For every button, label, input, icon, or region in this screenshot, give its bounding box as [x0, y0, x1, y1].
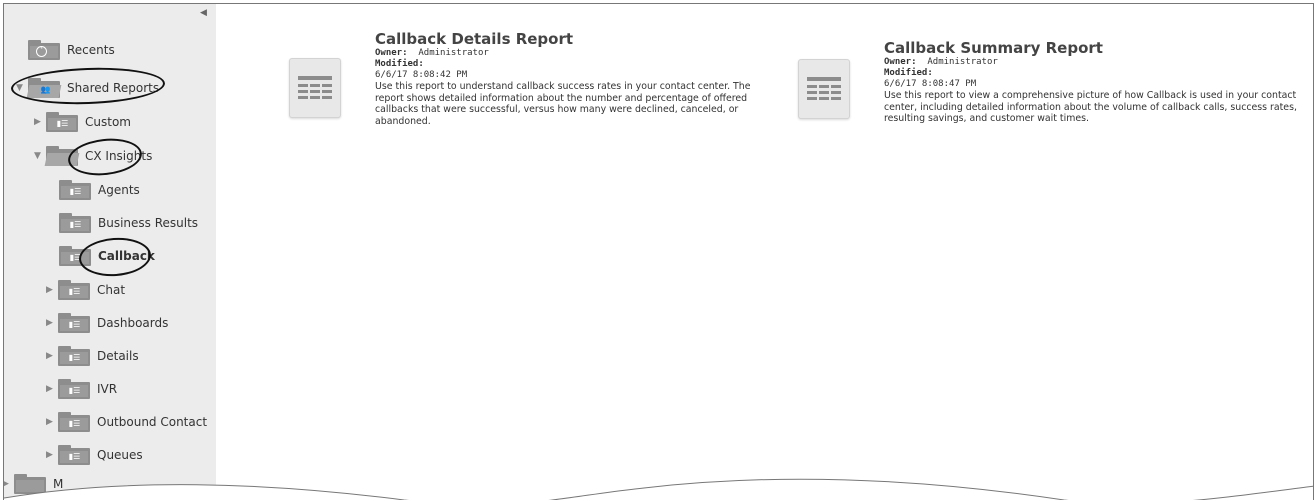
- sidebar-item-label: CX Insights: [85, 149, 153, 163]
- sidebar-item-label: Business Results: [98, 216, 199, 230]
- report-folder-icon: ▮☰: [59, 213, 91, 233]
- report-icon: [798, 59, 850, 119]
- sidebar-item-label: Agents: [98, 183, 140, 197]
- sidebar-item-shared-reports[interactable]: ▼ 👥 Shared Reports: [16, 75, 159, 101]
- report-description: Use this report to view a comprehensive …: [884, 90, 1297, 124]
- sidebar-item-label: Dashboards: [97, 316, 169, 330]
- report-folder-icon: ▮☰: [58, 445, 90, 465]
- collapsed-arrow-icon[interactable]: ▶: [46, 417, 58, 427]
- report-card-callback-summary[interactable]: Callback Summary Report Owner: Administr…: [798, 39, 1304, 125]
- collapsed-arrow-icon[interactable]: ▶: [46, 351, 58, 361]
- sidebar-item-queues[interactable]: ▶ ▮☰ Queues: [46, 442, 143, 468]
- owner-value: Administrator: [927, 57, 998, 67]
- modified-value: 6/6/17 8:08:42 PM: [375, 70, 468, 80]
- modified-value: 6/6/17 8:08:47 PM: [884, 79, 977, 89]
- modified-label: Modified:: [375, 59, 424, 69]
- app-window: ◀ ˂ Recents ▼ 👥 Shared Reports ▶ ▮☰ Cust…: [3, 3, 1314, 500]
- sidebar-item-label: Details: [97, 349, 139, 363]
- owner-value: Administrator: [418, 48, 489, 58]
- sidebar-item-recents[interactable]: ˂ Recents: [28, 37, 115, 63]
- sidebar-item-label: IVR: [97, 382, 118, 396]
- modified-label: Modified:: [884, 68, 933, 78]
- sidebar-item-label: Callback: [98, 249, 155, 263]
- sidebar-item-details[interactable]: ▶ ▮☰ Details: [46, 343, 139, 369]
- collapse-sidebar-icon[interactable]: ◀: [200, 8, 207, 18]
- collapsed-arrow-icon[interactable]: ▶: [34, 117, 46, 127]
- shared-folder-icon: 👥: [26, 78, 62, 98]
- expanded-arrow-icon[interactable]: ▼: [16, 83, 28, 93]
- expanded-arrow-icon[interactable]: ▼: [34, 151, 46, 161]
- torn-edge-decoration: [4, 478, 1313, 500]
- report-title[interactable]: Callback Summary Report: [884, 39, 1304, 57]
- sidebar-item-outbound-contact[interactable]: ▶ ▮☰ Outbound Contact: [46, 409, 207, 435]
- report-folder-icon: ▮☰: [58, 412, 90, 432]
- collapsed-arrow-icon[interactable]: ▶: [46, 384, 58, 394]
- report-folder-icon: ▮☰: [46, 112, 78, 132]
- report-list: Callback Details Report Owner: Administr…: [216, 4, 1313, 500]
- sidebar-item-label: Shared Reports: [67, 81, 160, 95]
- sidebar-item-label: Custom: [85, 115, 131, 129]
- sidebar-item-label: Chat: [97, 283, 126, 297]
- report-folder-icon: ▮☰: [58, 379, 90, 399]
- report-folder-icon: ▮☰: [59, 246, 91, 266]
- sidebar-item-callback[interactable]: ▮☰ Callback: [59, 243, 155, 269]
- report-description: Use this report to understand callback s…: [375, 81, 751, 127]
- sidebar-item-agents[interactable]: ▮☰ Agents: [59, 177, 140, 203]
- owner-label: Owner:: [375, 48, 408, 58]
- sidebar-item-cx-insights[interactable]: ▼ CX Insights: [34, 143, 152, 169]
- clock-folder-icon: ˂: [28, 40, 60, 60]
- sidebar-item-business-results[interactable]: ▮☰ Business Results: [59, 210, 198, 236]
- report-icon: [289, 58, 341, 118]
- report-folder-icon: ▮☰: [59, 180, 91, 200]
- owner-label: Owner:: [884, 57, 917, 67]
- sidebar-item-chat[interactable]: ▶ ▮☰ Chat: [46, 277, 125, 303]
- sidebar: ◀ ˂ Recents ▼ 👥 Shared Reports ▶ ▮☰ Cust…: [4, 4, 216, 500]
- sidebar-item-dashboards[interactable]: ▶ ▮☰ Dashboards: [46, 310, 168, 336]
- report-title[interactable]: Callback Details Report: [375, 30, 773, 48]
- sidebar-item-label: Recents: [67, 43, 115, 57]
- report-folder-icon: ▮☰: [58, 346, 90, 366]
- report-card-callback-details[interactable]: Callback Details Report Owner: Administr…: [289, 30, 773, 127]
- open-folder-icon: [44, 146, 80, 166]
- collapsed-arrow-icon[interactable]: ▶: [46, 450, 58, 460]
- collapsed-arrow-icon[interactable]: ▶: [46, 285, 58, 295]
- sidebar-item-ivr[interactable]: ▶ ▮☰ IVR: [46, 376, 117, 402]
- report-folder-icon: ▮☰: [58, 280, 90, 300]
- sidebar-item-custom[interactable]: ▶ ▮☰ Custom: [34, 109, 131, 135]
- report-folder-icon: ▮☰: [58, 313, 90, 333]
- sidebar-item-label: Queues: [97, 448, 143, 462]
- collapsed-arrow-icon[interactable]: ▶: [46, 318, 58, 328]
- sidebar-item-label: Outbound Contact: [97, 415, 208, 429]
